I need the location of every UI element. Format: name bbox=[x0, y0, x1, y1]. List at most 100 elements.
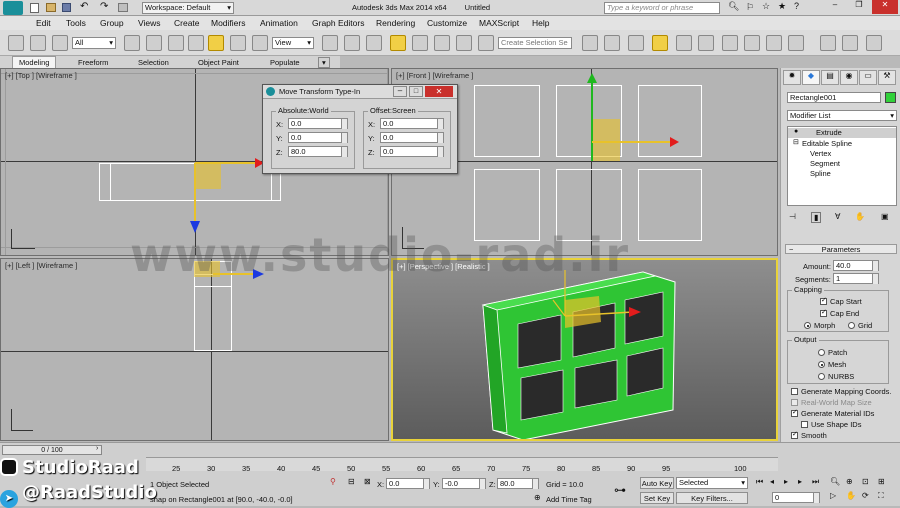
cap-end-checkbox[interactable] bbox=[820, 308, 827, 317]
create-tab-icon[interactable]: ✹ bbox=[783, 70, 801, 85]
off-x-field[interactable]: 0.0 bbox=[380, 118, 444, 129]
gizmo-y-arrow[interactable] bbox=[194, 163, 196, 225]
stack-item-segment[interactable]: Segment bbox=[810, 159, 840, 168]
move-tool-icon[interactable] bbox=[208, 35, 224, 51]
restore-button[interactable]: ❐ bbox=[848, 0, 870, 14]
amount-field[interactable]: 40.0 bbox=[833, 260, 879, 271]
tab-object-paint[interactable]: Object Paint bbox=[198, 58, 239, 67]
gizmo-x-arrow[interactable] bbox=[195, 162, 263, 164]
pin-stack-icon[interactable]: ⊣ bbox=[789, 212, 796, 221]
search-icon[interactable]: 🔍︎ bbox=[728, 1, 739, 12]
window-crossing-icon[interactable] bbox=[188, 35, 204, 51]
tools-icon[interactable] bbox=[842, 35, 858, 51]
current-frame-field[interactable]: 0 bbox=[772, 492, 820, 503]
layer-manager-icon[interactable] bbox=[628, 35, 644, 51]
field-of-view-icon[interactable]: ▷ bbox=[830, 491, 836, 500]
stack-item-spline[interactable]: Spline bbox=[810, 169, 831, 178]
menu-graph-editors[interactable]: Graph Editors bbox=[312, 18, 364, 28]
curve-editor-icon[interactable] bbox=[676, 35, 692, 51]
minimize-button[interactable]: – bbox=[824, 0, 846, 14]
subscription-icon[interactable]: ⚐ bbox=[746, 2, 754, 13]
go-to-start-icon[interactable]: ⏮ bbox=[756, 477, 763, 487]
shape-wireframe[interactable] bbox=[99, 163, 281, 201]
viewport-left[interactable]: [+] [Left ] [Wireframe ] bbox=[0, 258, 389, 441]
open-file-icon[interactable] bbox=[46, 3, 56, 12]
menu-animation[interactable]: Animation bbox=[260, 18, 298, 28]
auto-key-button[interactable]: Auto Key bbox=[640, 477, 674, 489]
menu-customize[interactable]: Customize bbox=[427, 18, 467, 28]
menu-help[interactable]: Help bbox=[532, 18, 549, 28]
previous-frame-icon[interactable]: ◂ bbox=[770, 477, 774, 486]
morph-radio[interactable] bbox=[804, 322, 811, 329]
pan-icon[interactable]: ✋ bbox=[846, 491, 856, 500]
zoom-icon[interactable]: 🔍︎ bbox=[830, 477, 840, 486]
teapot-render-icon[interactable] bbox=[820, 35, 836, 51]
track-bar[interactable]: 25 30 35 40 45 50 55 60 65 70 75 80 85 9… bbox=[146, 457, 778, 473]
hierarchy-tab-icon[interactable]: ▤ bbox=[821, 70, 839, 85]
object-name-field[interactable]: Rectangle001 bbox=[787, 92, 881, 103]
pivot-center-icon[interactable] bbox=[322, 35, 338, 51]
link-icon[interactable] bbox=[30, 35, 46, 51]
schematic-view-icon[interactable] bbox=[698, 35, 714, 51]
close-button[interactable]: ✕ bbox=[872, 0, 898, 14]
help-icon[interactable]: ? bbox=[794, 1, 799, 11]
abs-x-field[interactable]: 0.0 bbox=[288, 118, 348, 129]
gizmo-plane-handle[interactable] bbox=[592, 119, 620, 161]
remove-modifier-icon[interactable]: ✋ bbox=[855, 212, 865, 221]
zoom-all-icon[interactable]: ⊕ bbox=[846, 477, 853, 486]
menu-maxscript[interactable]: MAXScript bbox=[479, 18, 519, 28]
search-field[interactable]: Type a keyword or phrase bbox=[604, 2, 720, 14]
render-setup-icon[interactable] bbox=[744, 35, 760, 51]
viewport-top-label[interactable]: [+] [Top ] [Wireframe ] bbox=[5, 71, 77, 80]
align-icon[interactable] bbox=[604, 35, 620, 51]
menu-create[interactable]: Create bbox=[174, 18, 200, 28]
key-selected-dropdown[interactable]: Selected ▾ bbox=[676, 477, 748, 489]
expand-icon[interactable]: ⊟ bbox=[793, 138, 799, 146]
rendered-frame-icon[interactable] bbox=[766, 35, 782, 51]
bind-space-warp-icon[interactable] bbox=[52, 35, 68, 51]
save-icon[interactable] bbox=[62, 3, 71, 12]
undo-icon[interactable]: ↶ bbox=[80, 1, 88, 12]
configure-sets-icon[interactable]: ▣ bbox=[881, 212, 889, 221]
scale-tool-icon[interactable] bbox=[252, 35, 268, 51]
time-slider[interactable]: 0 / 100 bbox=[2, 445, 102, 455]
stack-item-vertex[interactable]: Vertex bbox=[810, 149, 831, 158]
object-color-swatch[interactable] bbox=[885, 92, 896, 103]
graphite-toggle-icon[interactable] bbox=[652, 35, 668, 51]
gizmo-x-arrow[interactable] bbox=[592, 141, 672, 143]
zoom-extents-all-icon[interactable]: ⊞ bbox=[878, 477, 885, 486]
set-key-mode-icon[interactable]: ⊶ bbox=[614, 483, 626, 497]
select-by-name-icon[interactable] bbox=[146, 35, 162, 51]
segments-field[interactable]: 1 bbox=[833, 273, 879, 284]
grid-radio[interactable] bbox=[848, 322, 855, 329]
cap-start-checkbox[interactable] bbox=[820, 296, 827, 305]
communication-center-icon[interactable]: ☆ bbox=[762, 1, 770, 12]
mesh-radio[interactable] bbox=[818, 361, 825, 368]
maximize-viewport-icon[interactable]: ⛶ bbox=[878, 491, 884, 501]
lightbulb-icon[interactable]: ● bbox=[794, 128, 798, 135]
mirror-icon[interactable] bbox=[582, 35, 598, 51]
crosshair-icon[interactable]: ⊠ bbox=[364, 477, 371, 486]
percent-snap-icon[interactable] bbox=[434, 35, 450, 51]
time-slider-next-icon[interactable]: › bbox=[96, 445, 98, 452]
orbit-icon[interactable]: ⟳ bbox=[862, 491, 869, 500]
stack-item-extrude[interactable]: Extrude bbox=[788, 128, 896, 138]
dialog-maximize-button[interactable]: □ bbox=[409, 86, 423, 97]
stack-item-editable-spline[interactable]: Editable Spline bbox=[802, 139, 852, 148]
edit-named-selection-icon[interactable] bbox=[478, 35, 494, 51]
dialog-title-bar[interactable]: Move Transform Type-In – □ ✕ bbox=[263, 85, 457, 99]
rotate-tool-icon[interactable] bbox=[230, 35, 246, 51]
rect-selection-icon[interactable] bbox=[168, 35, 184, 51]
viewport-perspective[interactable]: [+] [Perspective ] [Realistic ] bbox=[391, 258, 778, 441]
gen-mapping-checkbox[interactable] bbox=[791, 388, 798, 395]
motion-tab-icon[interactable]: ◉ bbox=[840, 70, 858, 85]
tab-populate[interactable]: Populate bbox=[270, 58, 300, 67]
gizmo-y-arrow[interactable] bbox=[591, 81, 593, 161]
parameters-rollout-header[interactable]: − Parameters bbox=[785, 244, 897, 254]
off-z-field[interactable]: 0.0 bbox=[380, 146, 444, 157]
zoom-extents-icon[interactable]: ⊡ bbox=[862, 477, 869, 486]
patch-radio[interactable] bbox=[818, 349, 825, 356]
ribbon-options-button[interactable]: ▾ bbox=[318, 57, 330, 68]
add-time-tag-icon[interactable]: ⊕ bbox=[534, 493, 541, 502]
selection-filter-dropdown[interactable]: All ▾ bbox=[72, 37, 116, 49]
